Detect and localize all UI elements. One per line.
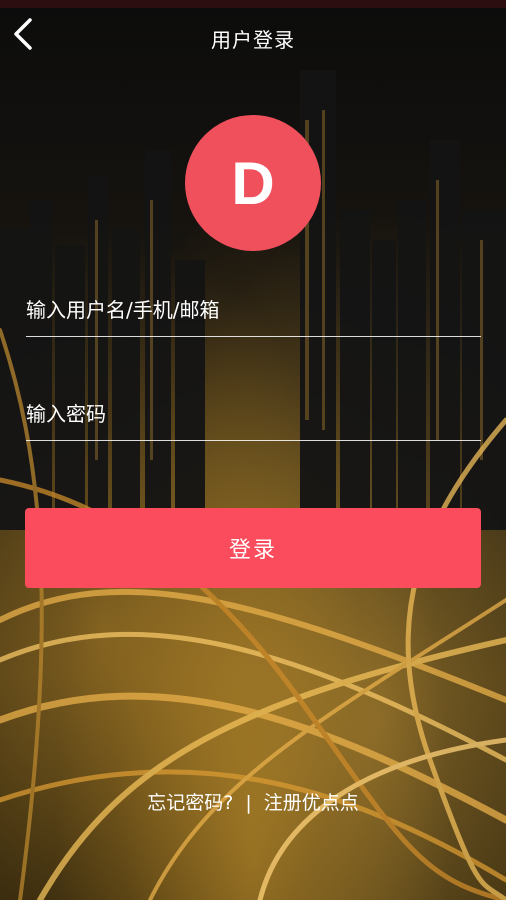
page-title: 用户登录 (211, 28, 295, 52)
password-input[interactable] (26, 402, 481, 426)
password-field (26, 388, 481, 441)
forgot-password-link[interactable]: 忘记密码? (147, 788, 233, 815)
avatar: D (185, 115, 321, 251)
header: 用户登录 (0, 0, 506, 76)
register-link[interactable]: 注册优点点 (264, 788, 359, 815)
login-screen: 用户登录 D 登录 忘记密码? | 注册优点点 (0, 0, 506, 900)
username-input[interactable] (26, 298, 481, 322)
avatar-letter: D (231, 149, 275, 217)
username-field (26, 284, 481, 337)
link-separator: | (245, 792, 252, 814)
bottom-links: 忘记密码? | 注册优点点 (0, 788, 506, 815)
login-button[interactable]: 登录 (25, 508, 481, 588)
